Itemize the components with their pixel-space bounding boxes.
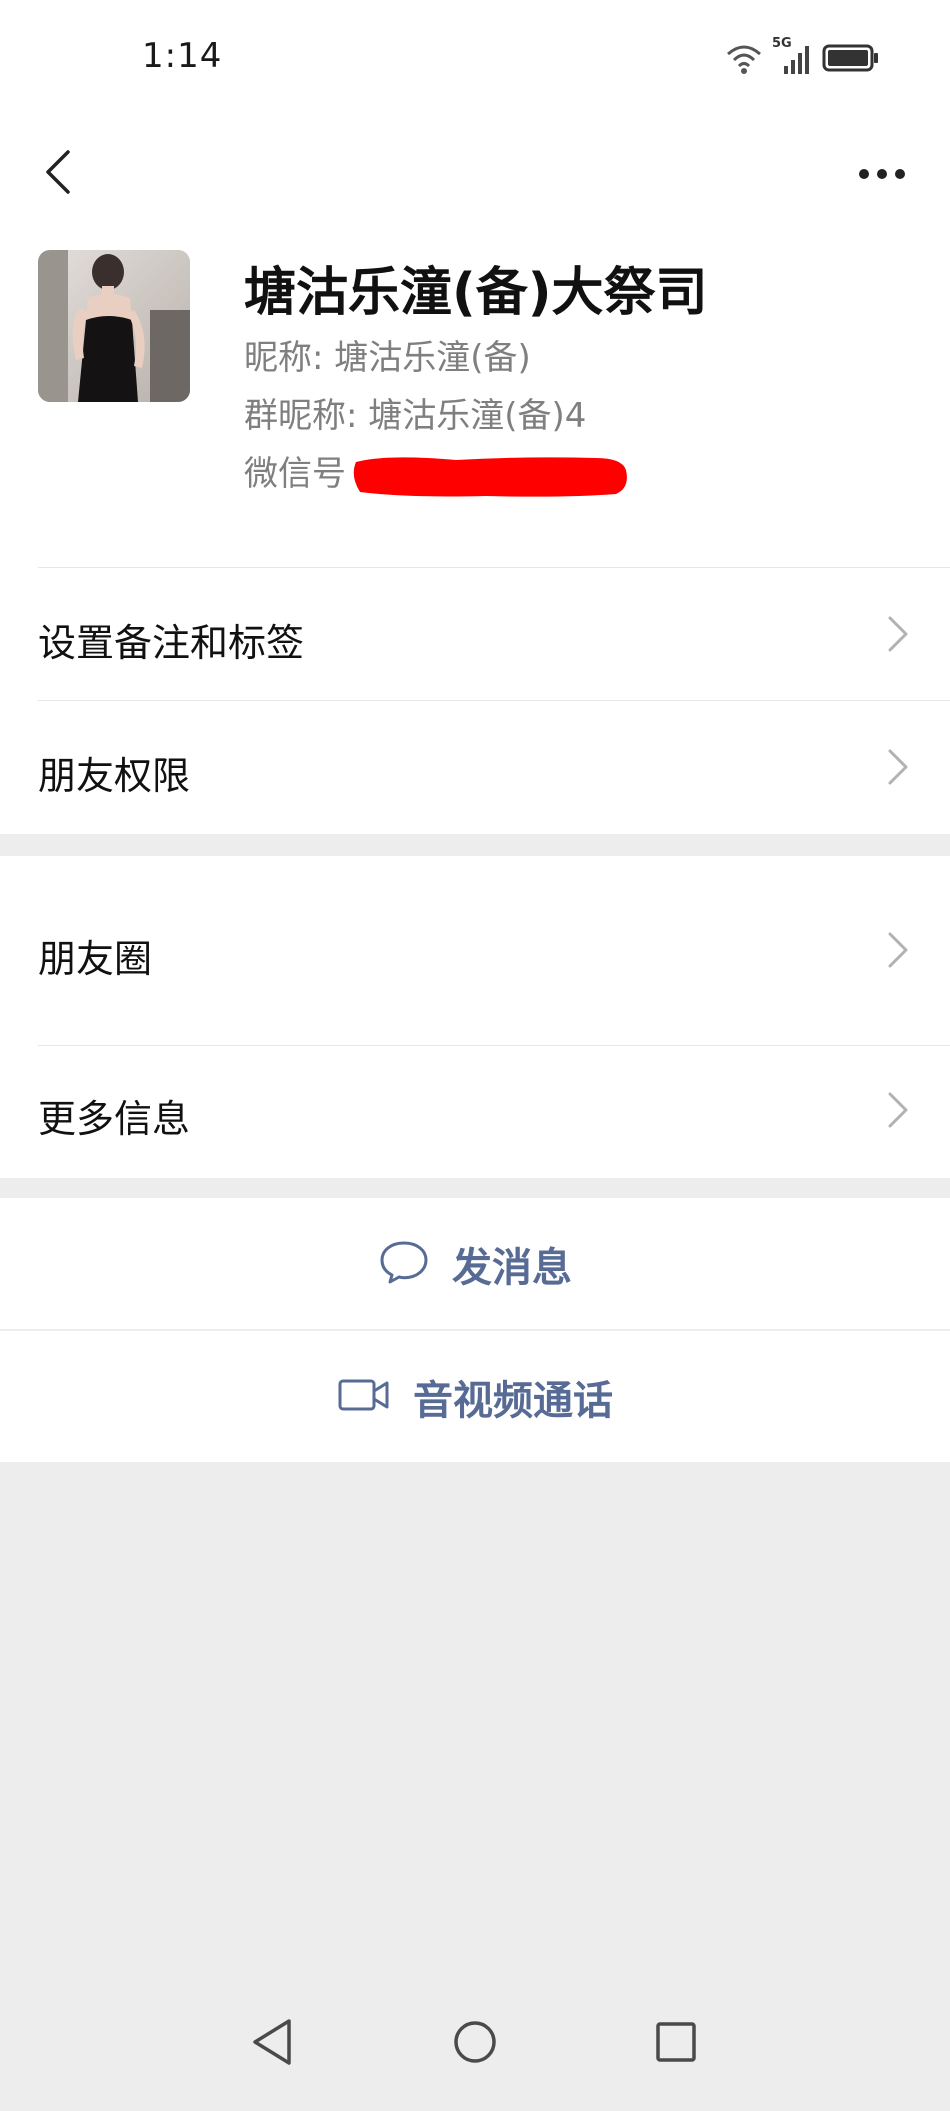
circle-home-icon bbox=[452, 2019, 498, 2069]
profile-header: 塘沽乐潼(备)大祭司 昵称: 塘沽乐潼(备) 群昵称: 塘沽乐潼(备)4 微信号 bbox=[0, 228, 950, 568]
nav-bar bbox=[0, 120, 950, 228]
send-message-button[interactable]: 发消息 bbox=[0, 1198, 950, 1329]
chevron-right-icon bbox=[886, 930, 910, 970]
battery-icon bbox=[822, 43, 880, 77]
nickname-line: 昵称: 塘沽乐潼(备) bbox=[244, 330, 531, 379]
system-back-button[interactable] bbox=[242, 2014, 302, 2074]
triangle-back-icon bbox=[249, 2017, 295, 2071]
group-nickname-value: 塘沽乐潼(备)4 bbox=[368, 396, 587, 436]
chevron-left-icon bbox=[44, 148, 72, 200]
profile-name: 塘沽乐潼(备)大祭司 bbox=[244, 263, 708, 323]
remark-and-tags-label: 设置备注和标签 bbox=[38, 621, 305, 665]
chat-bubble-icon bbox=[378, 1239, 430, 1289]
more-button[interactable] bbox=[842, 134, 922, 214]
moments-row[interactable]: 朋友圈 bbox=[0, 856, 950, 1046]
status-icons: 5G bbox=[724, 36, 880, 80]
avatar[interactable] bbox=[38, 250, 190, 402]
more-info-row[interactable]: 更多信息 bbox=[0, 1046, 950, 1178]
system-recents-button[interactable] bbox=[646, 2014, 706, 2074]
friend-permissions-row[interactable]: 朋友权限 bbox=[0, 701, 950, 834]
send-message-label: 发消息 bbox=[452, 1244, 572, 1291]
chevron-right-icon bbox=[886, 747, 910, 787]
nickname-key: 昵称: bbox=[244, 338, 324, 378]
status-time: 1:14 bbox=[142, 36, 223, 76]
status-bar: 1:14 5G bbox=[0, 0, 950, 120]
group-nickname-line: 群昵称: 塘沽乐潼(备)4 bbox=[244, 388, 586, 437]
voice-video-call-label: 音视频通话 bbox=[413, 1377, 613, 1424]
friend-permissions-label: 朋友权限 bbox=[38, 754, 191, 798]
voice-video-call-button[interactable]: 音视频通话 bbox=[0, 1331, 950, 1462]
wechat-id-line: 微信号 bbox=[244, 446, 346, 495]
wifi-icon bbox=[724, 42, 764, 78]
redaction-mark bbox=[346, 452, 630, 500]
remark-and-tags-row[interactable]: 设置备注和标签 bbox=[0, 568, 950, 701]
group-nickname-key: 群昵称: bbox=[244, 396, 358, 436]
moments-label: 朋友圈 bbox=[38, 937, 153, 981]
more-info-label: 更多信息 bbox=[38, 1097, 191, 1141]
square-recents-icon bbox=[654, 2020, 698, 2068]
nickname-value: 塘沽乐潼(备) bbox=[334, 338, 531, 378]
cellular-signal-icon: 5G bbox=[772, 36, 812, 76]
chevron-right-icon bbox=[886, 614, 910, 654]
video-camera-icon bbox=[337, 1377, 391, 1417]
more-horizontal-icon bbox=[858, 165, 906, 184]
back-button[interactable] bbox=[28, 134, 88, 214]
wechat-id-key: 微信号 bbox=[244, 454, 346, 494]
network-type-label: 5G bbox=[772, 36, 792, 51]
system-nav-bar bbox=[0, 1990, 950, 2111]
chevron-right-icon bbox=[886, 1090, 910, 1130]
system-home-button[interactable] bbox=[445, 2014, 505, 2074]
